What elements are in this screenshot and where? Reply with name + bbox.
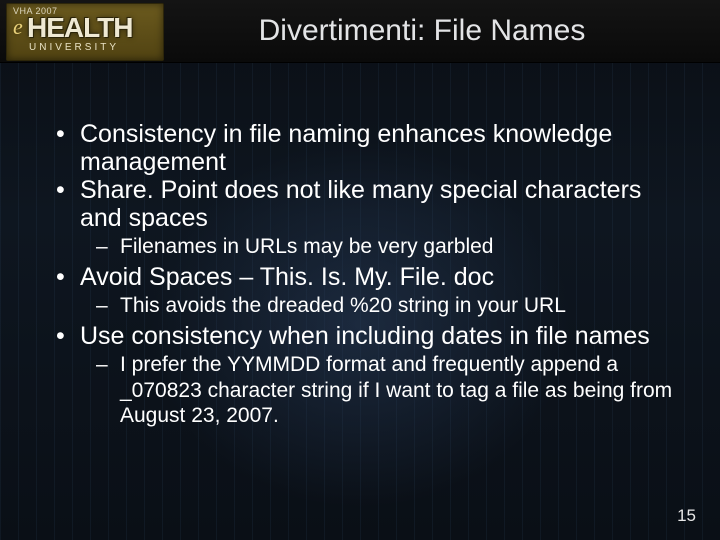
bullet-item: Consistency in file naming enhances know… bbox=[52, 120, 680, 176]
slide-body: Consistency in file naming enhances know… bbox=[52, 120, 680, 432]
sub-bullet-item: Filenames in URLs may be very garbled bbox=[90, 234, 680, 259]
bullet-text: Use consistency when including dates in … bbox=[80, 322, 650, 350]
logo-university-text: UNIVERSITY bbox=[29, 42, 119, 53]
bullet-item: Avoid Spaces – This. Is. My. File. doc T… bbox=[52, 263, 680, 318]
bullet-item: Use consistency when including dates in … bbox=[52, 322, 680, 428]
sub-bullet-text: I prefer the YYMMDD format and frequentl… bbox=[120, 353, 672, 426]
logo-e-italic: e bbox=[13, 14, 23, 40]
sub-bullet-text: This avoids the dreaded %20 string in yo… bbox=[120, 294, 566, 317]
sub-bullet-item: This avoids the dreaded %20 string in yo… bbox=[90, 293, 680, 318]
bullet-text: Avoid Spaces – This. Is. My. File. doc bbox=[80, 263, 494, 291]
bullet-item: Share. Point does not like many special … bbox=[52, 176, 680, 259]
logo-health-text: HEALTH bbox=[27, 12, 132, 44]
bullet-text: Consistency in file naming enhances know… bbox=[80, 120, 612, 176]
slide-header: VHA 2007 e HEALTH UNIVERSITY Divertiment… bbox=[0, 0, 720, 63]
ehealth-logo: VHA 2007 e HEALTH UNIVERSITY bbox=[6, 3, 164, 61]
page-number: 15 bbox=[677, 506, 696, 526]
slide-title: Divertimenti: File Names bbox=[164, 14, 720, 48]
bullet-text: Share. Point does not like many special … bbox=[80, 176, 641, 232]
sub-bullet-item: I prefer the YYMMDD format and frequentl… bbox=[90, 352, 680, 428]
sub-bullet-text: Filenames in URLs may be very garbled bbox=[120, 235, 494, 258]
